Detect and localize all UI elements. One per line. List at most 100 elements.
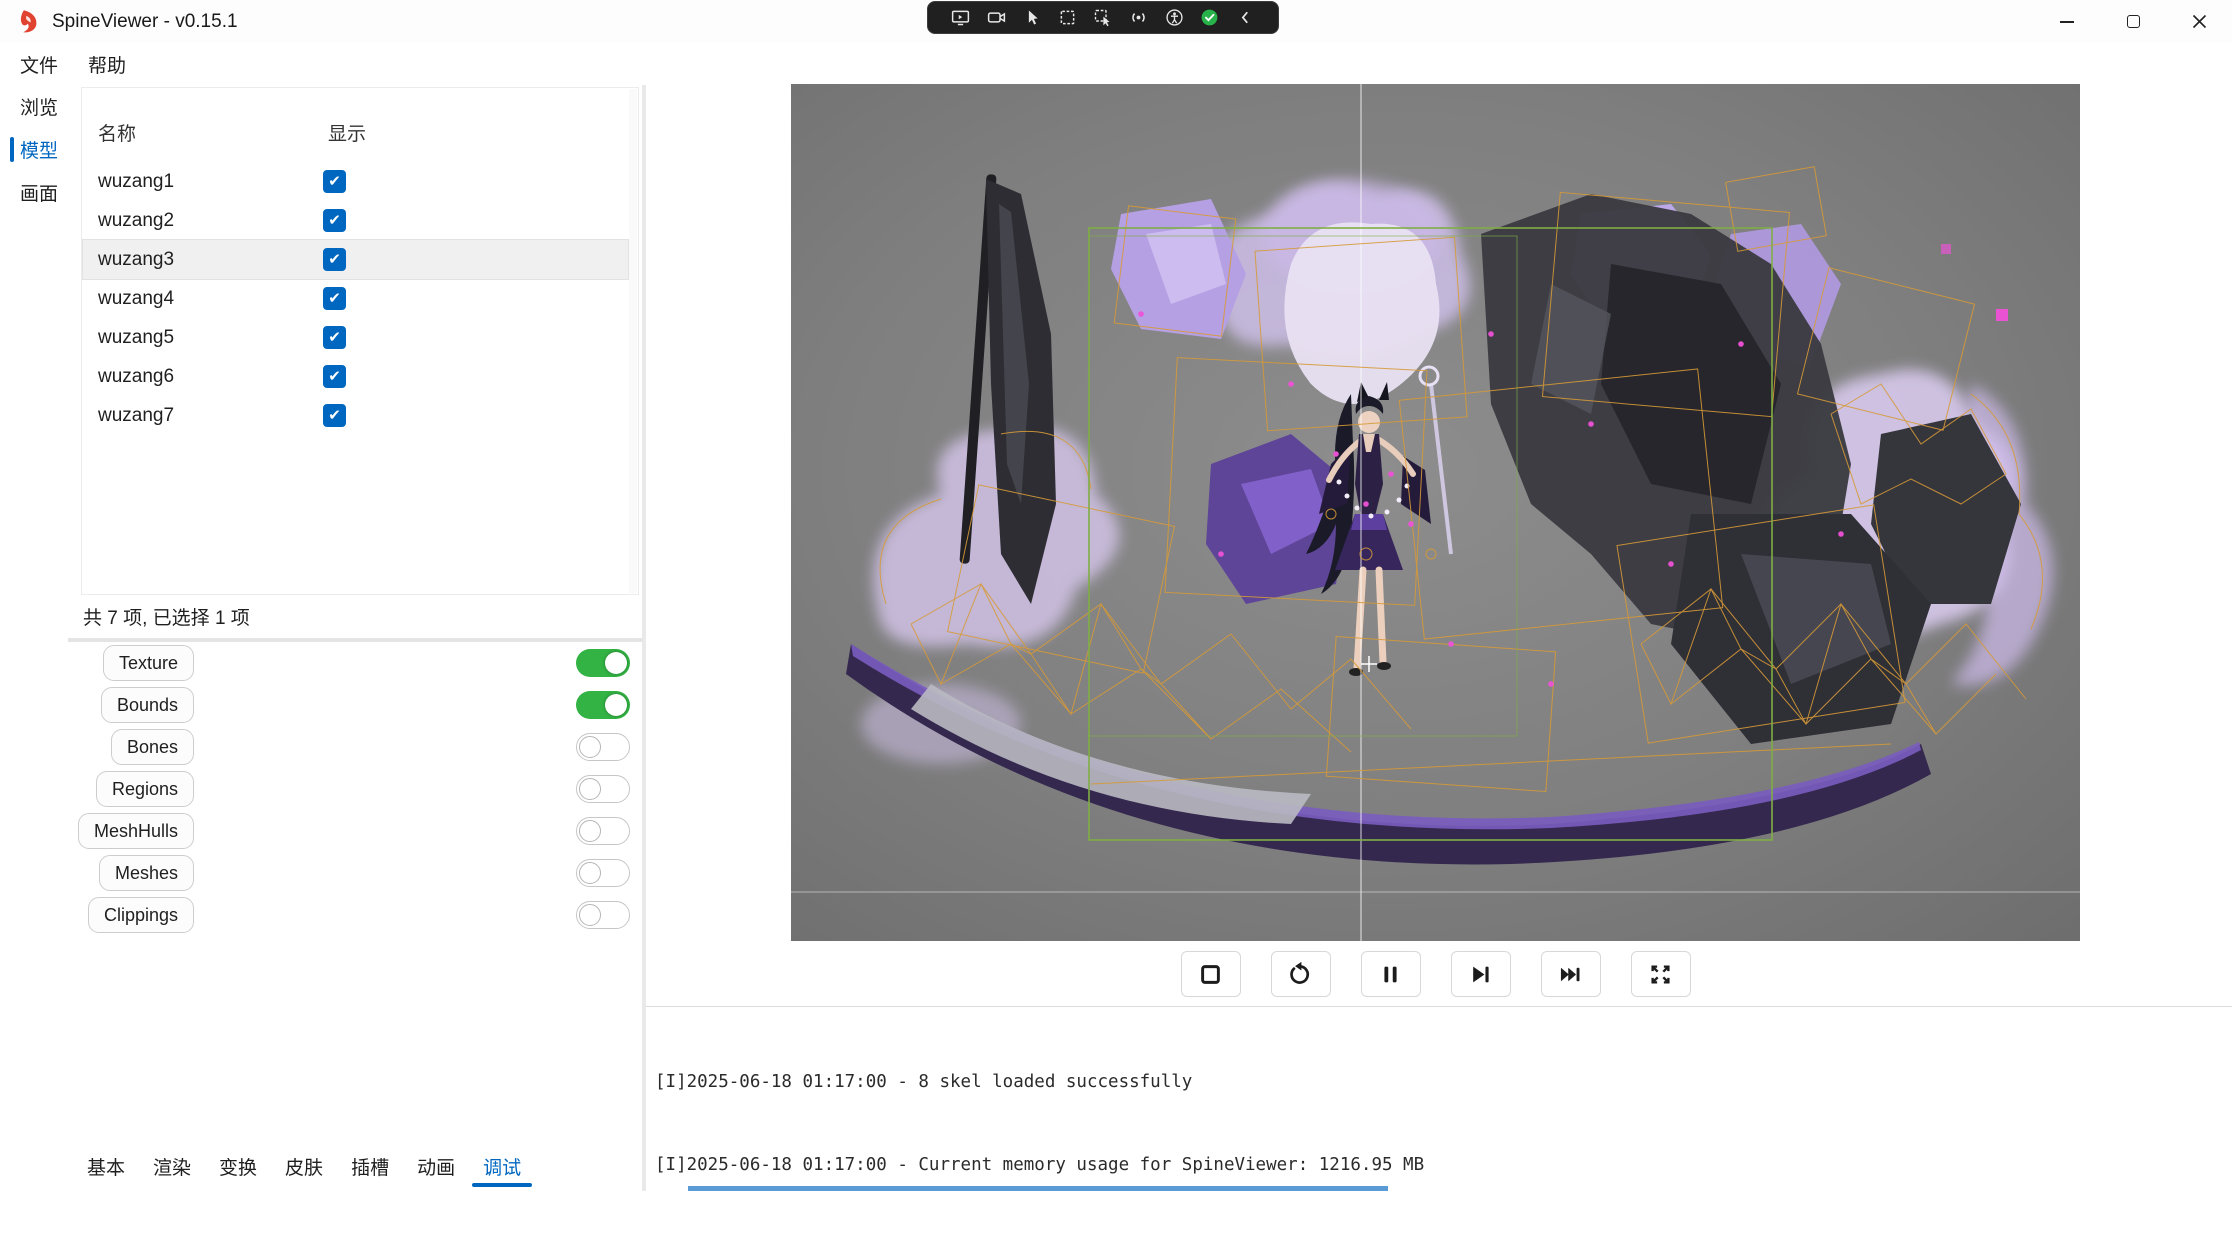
- selection-status: 共 7 项, 已选择 1 项: [81, 595, 639, 638]
- region-icon[interactable]: [1056, 7, 1078, 29]
- sidebar-item-screen[interactable]: 画面: [0, 171, 68, 214]
- visibility-checkbox[interactable]: [323, 365, 346, 388]
- switch-knob: [579, 736, 601, 758]
- tab-debug[interactable]: 调试: [483, 1153, 521, 1180]
- viewport-canvas[interactable]: [791, 84, 2080, 941]
- meshes-toggle-button[interactable]: Meshes: [99, 855, 194, 891]
- tab-slot[interactable]: 插槽: [351, 1153, 389, 1180]
- visibility-checkbox[interactable]: [323, 248, 346, 271]
- model-name: wuzang2: [98, 210, 174, 232]
- model-name: wuzang4: [98, 288, 174, 310]
- tab-transform[interactable]: 变换: [219, 1153, 257, 1180]
- check-icon[interactable]: [1199, 7, 1221, 29]
- step-forward-button[interactable]: [1451, 951, 1511, 997]
- model-rows: wuzang1 wuzang2 wuzang3 wuzang4 wuzang5 …: [83, 162, 628, 435]
- tab-animation[interactable]: 动画: [417, 1153, 455, 1180]
- playback-controls: [791, 951, 2080, 997]
- accessibility-icon[interactable]: [1163, 7, 1185, 29]
- selection-status-text: 共 7 项, 已选择 1 项: [83, 603, 250, 630]
- maximize-icon: [2127, 15, 2140, 28]
- meshhulls-toggle-button[interactable]: MeshHulls: [78, 813, 194, 849]
- log-output[interactable]: [I]2025-06-18 01:17:00 - 8 skel loaded s…: [655, 1014, 2220, 1234]
- pause-icon: [1377, 961, 1404, 988]
- column-header-visible: 显示: [328, 119, 366, 146]
- table-row[interactable]: wuzang4: [83, 279, 628, 318]
- tab-label: 皮肤: [285, 1158, 323, 1179]
- fullscreen-button[interactable]: [1631, 951, 1691, 997]
- sidebar-item-label: 模型: [20, 136, 58, 163]
- clippings-toggle-button[interactable]: Clippings: [88, 897, 194, 933]
- broadcast-icon[interactable]: [1128, 7, 1150, 29]
- app-logo-icon: [16, 8, 43, 35]
- bones-toggle-button[interactable]: Bones: [111, 729, 194, 765]
- table-row[interactable]: wuzang7: [83, 396, 628, 435]
- reset-button[interactable]: [1271, 951, 1331, 997]
- switch-knob: [605, 652, 627, 674]
- switch-knob: [605, 694, 627, 716]
- debug-row: Regions: [81, 771, 630, 807]
- window-title: SpineViewer - v0.15.1: [52, 0, 238, 43]
- texture-toggle-button[interactable]: Texture: [103, 645, 194, 681]
- screen-record-icon[interactable]: [950, 7, 972, 29]
- switch-knob: [579, 778, 601, 800]
- tab-render[interactable]: 渲染: [153, 1153, 191, 1180]
- sidebar-item-browse[interactable]: 浏览: [0, 85, 68, 128]
- chevron-left-icon[interactable]: [1234, 7, 1256, 29]
- debug-row: Meshes: [81, 855, 630, 891]
- sidebar-item-label: 画面: [20, 179, 58, 206]
- camera-icon[interactable]: [985, 7, 1007, 29]
- meshes-switch[interactable]: [576, 859, 630, 887]
- panel-splitter[interactable]: [642, 85, 646, 1191]
- visibility-checkbox[interactable]: [323, 287, 346, 310]
- sidebar-item-model[interactable]: 模型: [0, 128, 68, 171]
- log-divider: [646, 1006, 2232, 1007]
- horizontal-splitter[interactable]: [68, 638, 642, 642]
- tab-label: 渲染: [153, 1158, 191, 1179]
- stop-icon: [1197, 961, 1224, 988]
- fast-forward-button[interactable]: [1541, 951, 1601, 997]
- visibility-checkbox[interactable]: [323, 209, 346, 232]
- model-name: wuzang5: [98, 327, 174, 349]
- minimize-button[interactable]: [2034, 0, 2100, 43]
- visibility-checkbox[interactable]: [323, 170, 346, 193]
- pause-button[interactable]: [1361, 951, 1421, 997]
- visibility-checkbox[interactable]: [323, 326, 346, 349]
- menu-bar: 文件 帮助: [0, 43, 2232, 85]
- debug-row: MeshHulls: [81, 813, 630, 849]
- debug-row: Texture: [81, 645, 630, 681]
- clippings-switch[interactable]: [576, 901, 630, 929]
- model-name: wuzang6: [98, 366, 174, 388]
- menu-file[interactable]: 文件: [20, 51, 58, 78]
- tab-skin[interactable]: 皮肤: [285, 1153, 323, 1180]
- table-row[interactable]: wuzang3: [83, 240, 628, 279]
- minimize-icon: [2060, 21, 2074, 23]
- table-row[interactable]: wuzang1: [83, 162, 628, 201]
- visibility-checkbox[interactable]: [323, 404, 346, 427]
- region-select-icon[interactable]: [1092, 7, 1114, 29]
- regions-toggle-button[interactable]: Regions: [96, 771, 194, 807]
- reset-icon: [1287, 961, 1314, 988]
- left-panel: 名称 显示 wuzang1 wuzang2 wuzang3 wuzang4 wu…: [68, 85, 642, 1191]
- bones-switch[interactable]: [576, 733, 630, 761]
- step-forward-icon: [1467, 961, 1494, 988]
- meshhulls-switch[interactable]: [576, 817, 630, 845]
- cursor-icon[interactable]: [1021, 7, 1043, 29]
- texture-switch[interactable]: [576, 649, 630, 677]
- menu-help[interactable]: 帮助: [88, 51, 126, 78]
- title-bar[interactable]: SpineViewer - v0.15.1: [0, 0, 2232, 43]
- bounds-switch[interactable]: [576, 691, 630, 719]
- maximize-button[interactable]: [2100, 0, 2166, 43]
- log-line: [I]2025-06-18 01:17:00 - Current memory …: [655, 1152, 2220, 1180]
- close-button[interactable]: [2166, 0, 2232, 43]
- tab-basic[interactable]: 基本: [87, 1153, 125, 1180]
- tab-label: 基本: [87, 1158, 125, 1179]
- bounds-toggle-button[interactable]: Bounds: [101, 687, 194, 723]
- stop-button[interactable]: [1181, 951, 1241, 997]
- table-row[interactable]: wuzang5: [83, 318, 628, 357]
- capture-toolbar[interactable]: [927, 1, 1279, 34]
- regions-switch[interactable]: [576, 775, 630, 803]
- table-row[interactable]: wuzang2: [83, 201, 628, 240]
- table-row[interactable]: wuzang6: [83, 357, 628, 396]
- model-table: 名称 显示 wuzang1 wuzang2 wuzang3 wuzang4 wu…: [81, 87, 639, 595]
- table-scrollbar[interactable]: [629, 89, 637, 593]
